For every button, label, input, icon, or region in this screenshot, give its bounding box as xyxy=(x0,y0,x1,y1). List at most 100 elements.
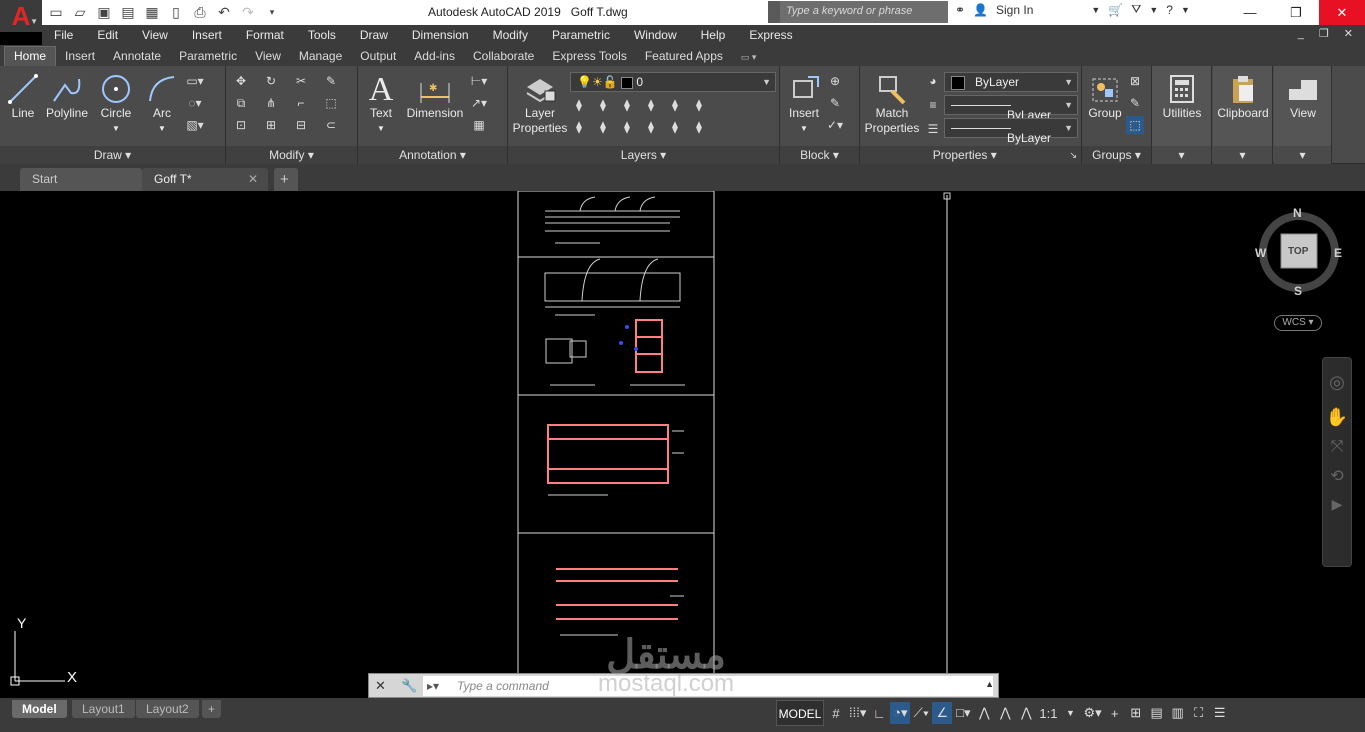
viewcube-top-face[interactable]: TOP xyxy=(1288,246,1308,257)
utilities-panel[interactable]: Utilities ▾ xyxy=(1152,66,1212,164)
compass-east[interactable]: E xyxy=(1334,246,1342,260)
tab-featured-apps[interactable]: Featured Apps xyxy=(636,47,732,66)
ungroup-icon[interactable]: ⊠ xyxy=(1126,72,1144,90)
tab-collaborate[interactable]: Collaborate xyxy=(464,47,543,66)
tab-express-tools[interactable]: Express Tools xyxy=(543,47,635,66)
document-window-controls[interactable]: _ ❐ ✕ xyxy=(1298,27,1359,40)
lineweight-icon[interactable]: ☰ xyxy=(924,120,942,138)
lineweight-dropdown[interactable]: ByLayer ▼ xyxy=(944,118,1078,145)
tab-annotate[interactable]: Annotate xyxy=(104,47,170,66)
menu-parametric[interactable]: Parametric xyxy=(540,28,622,42)
compass-north[interactable]: N xyxy=(1293,206,1302,220)
menu-dimension[interactable]: Dimension xyxy=(400,28,481,42)
drawing-canvas[interactable]: Y X xyxy=(0,191,1365,698)
save-as-icon[interactable]: ▤ xyxy=(118,3,138,21)
viewcube[interactable]: N S E W TOP xyxy=(1255,206,1343,302)
text-dropdown-icon[interactable]: ▼ xyxy=(364,121,398,136)
layer-properties-button[interactable]: Layer Properties xyxy=(512,72,568,136)
color-wheel-icon[interactable]: ◕ xyxy=(924,72,942,90)
scale-dropdown-icon[interactable]: ▼ xyxy=(1060,702,1080,724)
save-web-icon[interactable]: ▯ xyxy=(166,3,186,21)
restore-icon[interactable]: ❐ xyxy=(1273,0,1319,25)
explode-icon[interactable]: ⬚ xyxy=(322,94,340,112)
view-panel[interactable]: View ▾ xyxy=(1274,66,1332,164)
insert-dropdown-icon[interactable]: ▼ xyxy=(782,121,826,136)
layer-off-icon[interactable]: ⧫ xyxy=(570,96,588,114)
snap-icon[interactable]: ⁞⁞⁞▾ xyxy=(847,702,868,724)
layer-unlock-icon[interactable]: ⧫ xyxy=(642,118,660,136)
layer-isolate-icon[interactable]: ⧫ xyxy=(594,96,612,114)
line-button[interactable]: Line xyxy=(4,72,42,121)
fillet-icon[interactable]: ⌐ xyxy=(292,94,310,112)
move-icon[interactable]: ✥ xyxy=(232,72,250,90)
view-dropdown-icon[interactable]: ▾ xyxy=(1274,146,1331,164)
grid-icon[interactable]: # xyxy=(826,702,846,724)
linetype-icon[interactable]: ≡ xyxy=(924,96,942,114)
cart-icon[interactable]: 🛒 xyxy=(1108,3,1123,17)
clean-screen-icon[interactable]: ⛶ xyxy=(1189,702,1209,724)
layers-panel-title[interactable]: Layers ▾ xyxy=(508,146,779,164)
mirror-icon[interactable]: ⋔ xyxy=(262,94,280,112)
utilities-dropdown-icon[interactable]: ▾ xyxy=(1152,146,1211,164)
table-icon[interactable]: ▦ xyxy=(470,116,488,134)
sign-in-dropdown-icon[interactable]: ▼ xyxy=(1091,5,1100,15)
close-command-line-icon[interactable]: ✕ xyxy=(375,678,386,694)
tab-home[interactable]: Home xyxy=(4,46,57,66)
application-menu-button[interactable]: A ▼ xyxy=(0,0,42,32)
menu-tools[interactable]: Tools xyxy=(296,28,348,42)
group-selection-icon[interactable]: ⬚ xyxy=(1126,116,1144,134)
print-icon[interactable]: ⎙ xyxy=(190,3,210,21)
hatch-icon[interactable]: ◌▾ xyxy=(186,94,204,112)
copy-icon[interactable]: ⧉ xyxy=(232,94,250,112)
tab-parametric[interactable]: Parametric xyxy=(170,47,246,66)
layout-tab-layout1[interactable]: Layout1 xyxy=(72,700,135,718)
wcs-menu[interactable]: WCS ▾ xyxy=(1274,315,1322,331)
insert-block-button[interactable]: Insert ▼ xyxy=(782,72,826,136)
workspace-gear-icon[interactable]: ⚙▾ xyxy=(1081,702,1103,724)
arc-button[interactable]: Arc ▼ xyxy=(142,72,182,136)
help-icon[interactable]: ? xyxy=(1166,3,1173,17)
isolate-objects-icon[interactable]: ▥ xyxy=(1168,702,1188,724)
rotate-icon[interactable]: ↻ xyxy=(262,72,280,90)
layer-dropdown[interactable]: 💡☀🔓 0 ▼ xyxy=(570,72,776,92)
menu-modify[interactable]: Modify xyxy=(481,28,540,42)
minimize-icon[interactable]: — xyxy=(1227,0,1273,25)
layer-walk-icon[interactable]: ⧫ xyxy=(690,118,708,136)
groups-panel-title[interactable]: Groups ▾ xyxy=(1082,146,1151,164)
exchange-dropdown-icon[interactable]: ▼ xyxy=(1149,5,1158,15)
open-web-icon[interactable]: ▦ xyxy=(142,3,162,21)
showmotion-icon[interactable]: ▶ xyxy=(1323,496,1351,513)
linear-dimension-icon[interactable]: ⊢▾ xyxy=(470,72,488,90)
steering-wheel-icon[interactable]: ◎ xyxy=(1323,372,1351,393)
tab-drawing[interactable]: Goff T* ✕ xyxy=(142,168,268,191)
linetype-dropdown[interactable]: ByLayer ▼ xyxy=(944,95,1078,122)
tab-manage[interactable]: Manage xyxy=(290,47,351,66)
menu-window[interactable]: Window xyxy=(622,28,689,42)
customization-icon[interactable]: ☰ xyxy=(1210,702,1230,724)
user-icon[interactable]: 👤 xyxy=(973,3,988,17)
panel-launcher-icon[interactable]: ↘ xyxy=(1069,146,1077,164)
tab-insert[interactable]: Insert xyxy=(56,47,104,66)
sign-in-link[interactable]: Sign In xyxy=(996,3,1033,17)
menu-help[interactable]: Help xyxy=(689,28,738,42)
close-icon[interactable]: ✕ xyxy=(1319,0,1365,25)
customize-wrench-icon[interactable]: 🔧 xyxy=(401,678,417,694)
menu-file[interactable]: File xyxy=(42,28,85,42)
binoculars-icon[interactable]: ⚭ xyxy=(955,3,965,17)
annotation-monitor-icon[interactable]: + xyxy=(1105,702,1125,724)
customize-qat-icon[interactable]: ▾ xyxy=(262,3,282,21)
erase-icon[interactable]: ✎ xyxy=(322,72,340,90)
isometric-icon[interactable]: ⟋▾ xyxy=(911,702,931,724)
auto-scale-icon[interactable]: ⋀ xyxy=(995,702,1015,724)
edit-block-icon[interactable]: ✎ xyxy=(826,94,844,112)
layer-on-icon[interactable]: ⧫ xyxy=(570,118,588,136)
quick-properties-icon[interactable]: ▤ xyxy=(1147,702,1167,724)
undo-icon[interactable]: ↶ xyxy=(214,3,234,21)
pan-icon[interactable]: ✋ xyxy=(1323,407,1351,428)
command-input[interactable]: ▸▾ Type a command xyxy=(423,676,993,696)
tab-start[interactable]: Start xyxy=(20,168,142,191)
save-icon[interactable]: ▣ xyxy=(94,3,114,21)
orbit-icon[interactable]: ⟲ xyxy=(1323,466,1351,486)
scale-icon[interactable]: ⊞ xyxy=(262,116,280,134)
arc-dropdown-icon[interactable]: ▼ xyxy=(142,121,182,136)
